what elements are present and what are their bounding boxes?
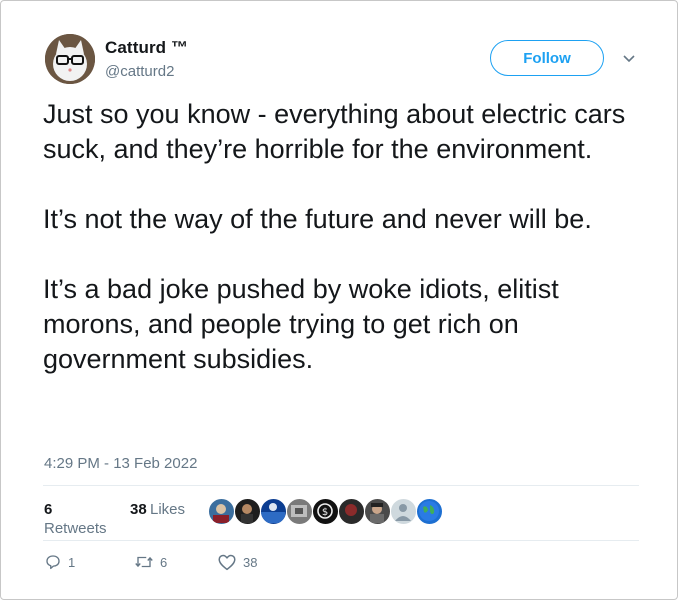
cat-avatar-icon <box>45 34 95 84</box>
liker-avatar-7[interactable] <box>364 498 391 525</box>
retweet-action[interactable]: 6 <box>134 552 167 572</box>
likes-label[interactable]: Likes <box>150 501 185 518</box>
tweet-text: Just so you know - everything about elec… <box>43 99 626 374</box>
liker-avatar-3[interactable] <box>260 498 287 525</box>
liker-avatar-2[interactable] <box>234 498 261 525</box>
divider-top <box>43 485 639 486</box>
reply-icon <box>46 555 60 570</box>
author-display-name[interactable]: Catturd ™ <box>105 38 188 58</box>
reply-count: 1 <box>68 554 76 570</box>
retweet-count: 6 <box>160 554 168 570</box>
liker-avatar-5[interactable]: $ <box>312 498 339 525</box>
author-avatar[interactable] <box>45 34 95 84</box>
retweets-count[interactable]: 6 <box>44 501 52 518</box>
divider-bottom <box>43 540 639 541</box>
liker-avatar-9[interactable] <box>416 498 443 525</box>
like-action[interactable]: 38 <box>217 552 257 572</box>
likes-count[interactable]: 38 <box>130 501 147 518</box>
svg-text:$: $ <box>322 507 328 518</box>
liker-avatar-6[interactable] <box>338 498 365 525</box>
chevron-down-icon[interactable] <box>621 51 637 67</box>
like-count: 38 <box>243 554 258 570</box>
reply-action[interactable]: 1 <box>44 552 75 572</box>
liker-avatar-8[interactable] <box>390 498 417 525</box>
follow-button[interactable]: Follow <box>490 40 604 76</box>
liker-avatar-4[interactable] <box>286 498 313 525</box>
retweet-icon <box>135 556 153 568</box>
liker-avatar-1[interactable] <box>208 498 235 525</box>
retweets-label[interactable]: Retweets <box>44 520 107 537</box>
tweet-timestamp[interactable]: 4:29 PM - 13 Feb 2022 <box>44 455 197 472</box>
author-handle[interactable]: @catturd2 <box>105 63 174 80</box>
tweet-card: Catturd ™ @catturd2 Follow Just so you k… <box>0 0 678 600</box>
heart-icon <box>218 554 236 571</box>
